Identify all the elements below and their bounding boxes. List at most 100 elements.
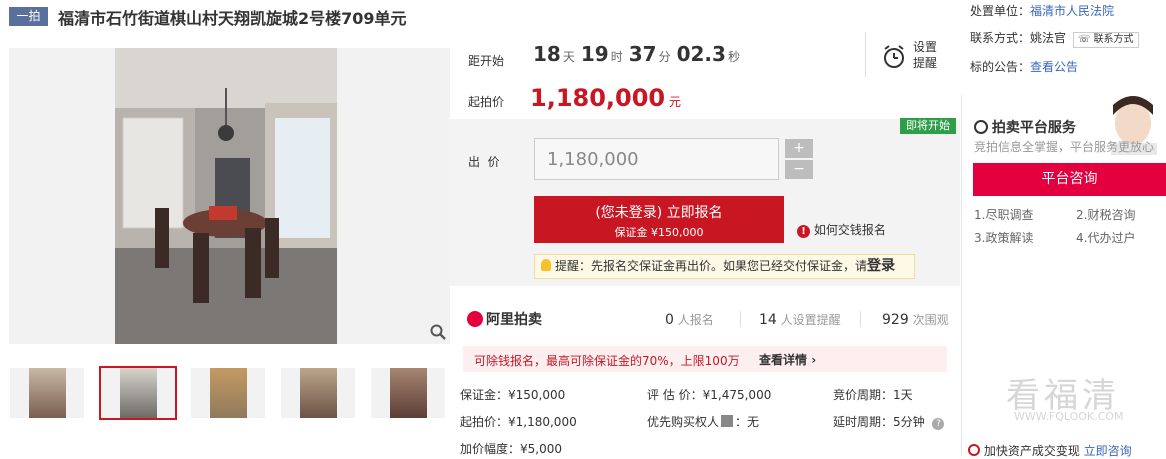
countdown-timer: 18 天 19 时 37 分 02.3 秒	[533, 42, 746, 66]
unit-link[interactable]: 福清市人民法院	[1030, 4, 1114, 18]
reminder-count-label: 人设置提醒	[780, 313, 841, 327]
ali-auction-logo: 阿里拍卖	[467, 309, 542, 329]
signup-count-num: 0	[665, 312, 674, 328]
view-count: 929 次围观	[882, 311, 949, 328]
appraisal-info: 评 估 价：¥1,475,000	[647, 388, 772, 402]
zoom-icon[interactable]	[430, 324, 446, 340]
contact-label: 联系方式：	[970, 31, 1031, 45]
main-photo-viewer[interactable]	[9, 48, 450, 344]
view-count-num: 929	[882, 312, 909, 328]
disposal-unit: 处置单位：福清市人民法院	[970, 2, 1114, 19]
platform-consult-button[interactable]: 平台咨询	[973, 163, 1166, 196]
main-photo	[115, 48, 337, 344]
login-tip: 提醒：先报名交保证金再出价。如果您已经交付保证金，请登录	[534, 254, 915, 279]
priority-label: 优先购买权人	[647, 415, 720, 429]
loan-details-link[interactable]: 查看详情 ›	[759, 351, 816, 368]
ali-logo-icon	[467, 311, 483, 327]
countdown-hours: 19	[580, 42, 609, 66]
divider	[860, 311, 861, 327]
watermark-url: WWW.FQLOOK.COM	[1014, 410, 1124, 423]
deposit-info: 保证金：¥150,000	[460, 388, 566, 402]
help-icon[interactable]: ?	[932, 418, 945, 430]
service-item-1[interactable]: 1.尽职调查	[974, 206, 1033, 223]
set-reminder-button[interactable]: 设置 提醒	[913, 39, 937, 71]
countdown-days: 18	[533, 42, 561, 66]
thumbnail-1[interactable]	[10, 368, 84, 418]
how-to-pay-link[interactable]: ! 如何交钱报名	[797, 221, 886, 238]
service-item-2[interactable]: 2.财税咨询	[1076, 206, 1135, 223]
priority-info: 优先购买权人 ：无	[647, 413, 759, 430]
seconds-unit: 秒	[727, 50, 740, 64]
increase-button[interactable]: +	[785, 139, 813, 158]
loan-text: 可除钱报名，最高可除保证金的70%，上限100万	[474, 354, 740, 368]
tip-text: 先报名交保证金再出价。如果您已经交付保证金，请	[591, 259, 868, 273]
start-price-unit: 元	[668, 95, 681, 109]
contact-button[interactable]: ☏ 联系方式	[1072, 32, 1139, 48]
divider	[865, 32, 866, 77]
service-subtitle: 竞拍信息全掌握，平台服务更放心	[974, 140, 1155, 154]
lightbulb-icon	[541, 259, 551, 271]
days-unit: 天	[562, 50, 575, 64]
countdown-seconds: 02.3	[676, 42, 726, 66]
how-to-pay-text: 如何交钱报名	[813, 223, 886, 237]
alarm-clock-icon[interactable]	[882, 44, 906, 73]
info-icon: !	[797, 225, 810, 238]
contact-button-label: 联系方式	[1093, 34, 1134, 45]
thumbnail-2-selected[interactable]	[99, 366, 177, 420]
thumbnail-5[interactable]	[371, 368, 445, 418]
signup-line2: 保证金 ¥150,000	[614, 226, 704, 239]
status-badge: 即将开始	[900, 118, 956, 134]
priority-value: ：无	[735, 415, 760, 429]
start-price-label: 起拍价	[468, 95, 505, 109]
bid-label: 出 价	[468, 155, 500, 169]
delay-text: 延时周期：5分钟	[833, 415, 925, 429]
chevron-right-icon: ›	[811, 353, 817, 367]
countdown-label: 距开始	[468, 54, 505, 68]
asset-consult-link[interactable]: 立即咨询	[1084, 444, 1132, 458]
doc-icon[interactable]	[721, 415, 734, 427]
thumbnail-4[interactable]	[281, 368, 355, 418]
signup-count: 0 人报名	[665, 311, 714, 328]
brand-name: 阿里拍卖	[486, 312, 542, 328]
signup-button[interactable]: (您未登录) 立即报名 保证金 ¥150,000	[534, 196, 784, 243]
tip-label: 提醒：	[555, 259, 592, 273]
signup-line1: (您未登录) 立即报名	[595, 205, 723, 221]
increment-info: 加价幅度：¥5,000	[460, 442, 562, 456]
remind-label-2: 提醒	[913, 56, 938, 70]
loan-banner: 可除钱报名，最高可除保证金的70%，上限100万 查看详情 ›	[463, 346, 947, 372]
service-item-3[interactable]: 3.政策解读	[974, 229, 1033, 246]
service-title-text: 拍卖平台服务	[991, 120, 1076, 136]
start-price-value: 1,180,000	[530, 84, 666, 112]
contact-name: 姚法官	[1030, 31, 1067, 45]
service-item-4[interactable]: 4.代办过户	[1076, 229, 1135, 246]
thumbnail-3[interactable]	[191, 368, 265, 418]
minutes-unit: 分	[658, 50, 671, 64]
remind-label-1: 设置	[913, 40, 938, 54]
hours-unit: 时	[610, 50, 623, 64]
phone-icon: ☏	[1077, 34, 1091, 45]
notice-label: 标的公告：	[970, 60, 1031, 74]
reminder-count: 14 人设置提醒	[759, 311, 841, 328]
loan-link-text: 查看详情	[759, 353, 808, 367]
service-title: 拍卖平台服务	[974, 117, 1076, 137]
asset-icon	[968, 444, 980, 456]
cycle-info: 竞价周期：1天	[833, 388, 913, 402]
auction-round-badge: 一拍	[9, 7, 48, 26]
notice-link[interactable]: 查看公告	[1030, 60, 1078, 74]
countdown-minutes: 37	[628, 42, 657, 66]
auction-service-icon	[974, 120, 988, 134]
signup-count-label: 人报名	[677, 313, 714, 327]
start-price: 1,180,000 元	[530, 84, 681, 112]
login-link[interactable]: 登录	[867, 258, 895, 274]
decrease-button[interactable]: −	[785, 160, 813, 179]
notice-row: 标的公告：查看公告	[970, 58, 1078, 75]
asset-consult-text: 加快资产成交变现	[983, 444, 1080, 458]
page-title: 福清市石竹街道棋山村天翔凯旋城2号楼709单元	[58, 9, 407, 28]
start-price-info: 起拍价：¥1,180,000	[460, 415, 577, 429]
view-count-label: 次围观	[912, 313, 949, 327]
contact-row: 联系方式：姚法官 ☏ 联系方式	[970, 29, 1139, 48]
unit-label: 处置单位：	[970, 4, 1031, 18]
delay-info: 延时周期：5分钟 ?	[833, 413, 945, 430]
reminder-count-num: 14	[759, 312, 777, 328]
bid-price-input[interactable]: 1,180,000	[534, 138, 779, 180]
